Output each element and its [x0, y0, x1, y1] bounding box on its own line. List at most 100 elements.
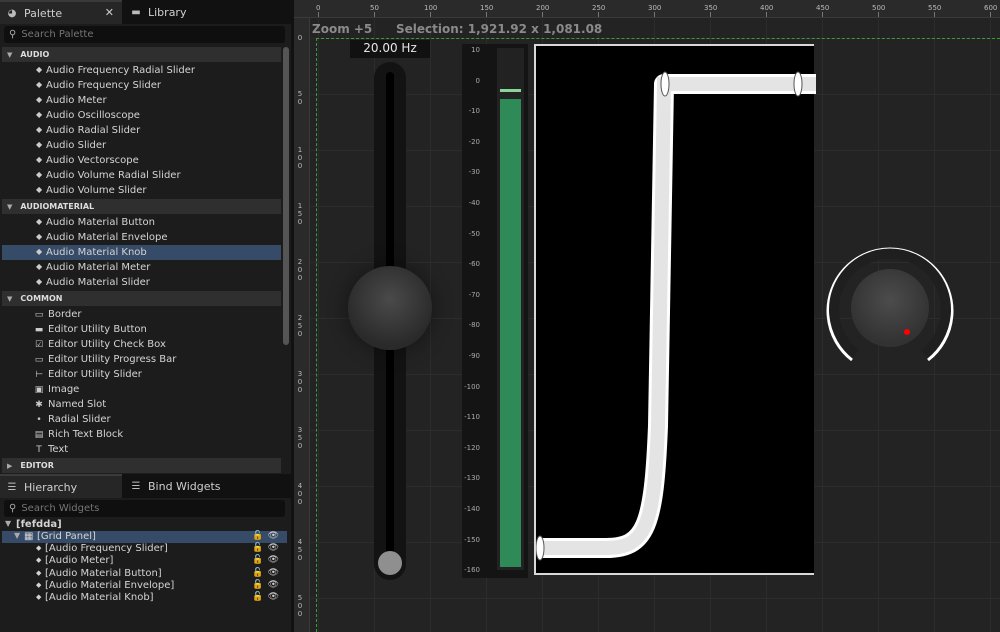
palette-item[interactable]: ▭ Editor Utility Progress Bar	[2, 352, 281, 367]
palette-item[interactable]: ◆ Audio Meter	[2, 93, 281, 108]
hierarchy-item-label: [Audio Material Button]	[45, 567, 162, 579]
palette-item[interactable]: ◆ Audio Frequency Radial Slider	[2, 63, 281, 78]
grid-panel-icon: ▦	[24, 531, 34, 542]
hierarchy-item[interactable]: ◆ [Audio Meter] 🔓👁	[2, 555, 287, 567]
border-icon: ▭	[34, 309, 44, 320]
lock-eye-icons[interactable]: 🔓👁	[252, 592, 283, 602]
palette-item[interactable]: ▬ Editor Utility Button	[2, 322, 281, 337]
palette-item[interactable]: ◆ Audio Material Knob	[2, 245, 281, 260]
palette-item[interactable]: ◆ Audio Slider	[2, 138, 281, 153]
palette-item[interactable]: ◆ Audio Vectorscope	[2, 153, 281, 168]
palette-item[interactable]: ◆ Audio Radial Slider	[2, 123, 281, 138]
audio-material-knob[interactable]	[824, 242, 956, 368]
audio-material-envelope[interactable]	[534, 44, 816, 575]
palette-item[interactable]: ▤ Rich Text Block	[2, 427, 281, 442]
palette-item[interactable]: ◆ Audio Oscilloscope	[2, 108, 281, 123]
palette-item[interactable]: ◆ Audio Material Button	[2, 215, 281, 230]
hierarchy-tabbar: ☰ Hierarchy ☰ Bind Widgets	[0, 474, 291, 498]
lock-eye-icons[interactable]: 🔓👁	[252, 555, 283, 565]
frequency-slider-handle[interactable]	[378, 551, 402, 575]
palette-item[interactable]: ☑ Editor Utility Check Box	[2, 337, 281, 352]
category-audiomaterial[interactable]: ▼ AUDIOMATERIAL	[2, 199, 281, 214]
category-common[interactable]: ▼ COMMON	[2, 291, 281, 306]
palette-item[interactable]: ◆ Audio Volume Slider	[2, 183, 281, 198]
meter-scale-label: -110	[464, 413, 480, 422]
palette-item[interactable]: • Radial Slider	[2, 412, 281, 427]
meter-scale-label: -30	[468, 168, 480, 177]
tab-palette-label: Palette	[24, 6, 63, 20]
hierarchy-item[interactable]: ◆ [Audio Material Envelope] 🔓👁	[2, 580, 287, 592]
ruler-tick-label: 0	[316, 4, 321, 12]
bullet-icon: ◆	[36, 217, 43, 226]
frequency-slider-knob[interactable]	[348, 266, 432, 350]
palette-item[interactable]: ◆ Audio Material Meter	[2, 260, 281, 275]
lock-eye-icons[interactable]: 🔓👁	[252, 568, 283, 578]
meter-scale-label: -80	[468, 321, 480, 330]
ruler-left: 0 50 100 150 200 250 300 350 400 450 500	[294, 18, 310, 632]
palette-item-label: Rich Text Block	[48, 429, 124, 440]
knob-indicator-dot	[904, 329, 910, 335]
ruler-tick	[990, 12, 991, 17]
hierarchy-item[interactable]: ◆ [Audio Frequency Slider] 🔓👁	[2, 543, 287, 555]
palette-item-label: Audio Slider	[46, 140, 107, 151]
palette-item[interactable]: ◆ Audio Volume Radial Slider	[2, 168, 281, 183]
envelope-point[interactable]	[793, 71, 803, 97]
ruler-tick-label: 550	[928, 4, 942, 12]
ruler-tick-label: 450	[297, 538, 303, 562]
palette-item-label: Border	[48, 309, 82, 320]
ruler-tick	[766, 12, 767, 17]
bullet-icon: ◆	[36, 544, 42, 552]
palette-item[interactable]: ◆ Audio Material Envelope	[2, 230, 281, 245]
ruler-tick-label: 300	[648, 4, 662, 12]
hierarchy-item[interactable]: ◆ [Audio Material Knob] 🔓👁	[2, 592, 287, 604]
hierarchy-grid-panel[interactable]: ▼ ▦ [Grid Panel] 🔓👁	[2, 531, 287, 543]
category-editor[interactable]: ▶ EDITOR	[2, 458, 281, 473]
palette-scrollbar[interactable]	[283, 47, 289, 345]
palette-item[interactable]: ⊢ Editor Utility Slider	[2, 367, 281, 382]
palette-item[interactable]: ▭ Border	[2, 307, 281, 322]
palette-item-label: Audio Volume Radial Slider	[46, 170, 181, 181]
slider-icon: ⊢	[35, 369, 43, 380]
tab-palette[interactable]: ◕ Palette ✕	[0, 0, 122, 24]
meter-scale-label: -120	[464, 443, 480, 452]
hierarchy-root[interactable]: ▼ [fefdda]	[2, 519, 287, 531]
palette-item[interactable]: ◆ Audio Frequency Slider	[2, 78, 281, 93]
palette-item[interactable]: ▣ Image	[2, 382, 281, 397]
palette-tabbar: ◕ Palette ✕ ▬ Library	[0, 0, 291, 24]
palette-search[interactable]: ⚲	[4, 26, 285, 43]
tab-library[interactable]: ▬ Library	[124, 0, 244, 24]
palette-search-input[interactable]	[21, 29, 262, 40]
bullet-icon: ◆	[36, 568, 42, 577]
meter-scale-label: -70	[468, 290, 480, 299]
expand-arrow-icon: ▶	[7, 461, 13, 470]
close-icon[interactable]: ✕	[105, 6, 114, 19]
bullet-icon: ◆	[36, 247, 43, 256]
lock-eye-icons[interactable]: 🔓👁	[252, 580, 283, 590]
tab-bind-widgets[interactable]: ☰ Bind Widgets	[124, 474, 254, 498]
palette-item[interactable]: ✱ Named Slot	[2, 397, 281, 412]
ruler-tick-label: 350	[704, 4, 718, 12]
palette-item[interactable]: T Text	[2, 442, 281, 457]
envelope-point[interactable]	[535, 535, 545, 561]
category-audio[interactable]: ▼ AUDIO	[2, 47, 281, 62]
hierarchy-item-label: [Audio Frequency Slider]	[45, 543, 168, 554]
knob-body[interactable]	[851, 269, 929, 347]
tab-hierarchy[interactable]: ☰ Hierarchy	[0, 474, 122, 498]
hierarchy-search[interactable]: ⚲	[4, 500, 285, 517]
palette-item-label: Audio Frequency Radial Slider	[46, 65, 196, 76]
ruler-tick-label: 200	[536, 4, 550, 12]
lock-eye-icons[interactable]: 🔓👁	[252, 543, 283, 553]
palette-item[interactable]: ◆ Audio Material Slider	[2, 275, 281, 290]
ruler-tick-label: 450	[816, 4, 830, 12]
envelope-point[interactable]	[660, 71, 670, 97]
ruler-tick-label: 50	[370, 4, 379, 12]
designer-canvas[interactable]: 0 50 100 150 200 250 300 350 400 450 500 550 600 050…	[294, 0, 1000, 632]
zoom-level: Zoom +5	[312, 22, 373, 36]
hierarchy-item[interactable]: ◆ [Audio Material Button] 🔓👁	[2, 568, 287, 580]
lock-eye-icons[interactable]: 🔓👁	[252, 531, 283, 541]
hierarchy-search-input[interactable]	[21, 503, 262, 514]
palette-item-label: Audio Material Knob	[46, 247, 147, 258]
palette-item-label: Audio Radial Slider	[46, 125, 141, 136]
ruler-tick	[934, 12, 935, 17]
palette-icon: ◕	[7, 7, 17, 19]
